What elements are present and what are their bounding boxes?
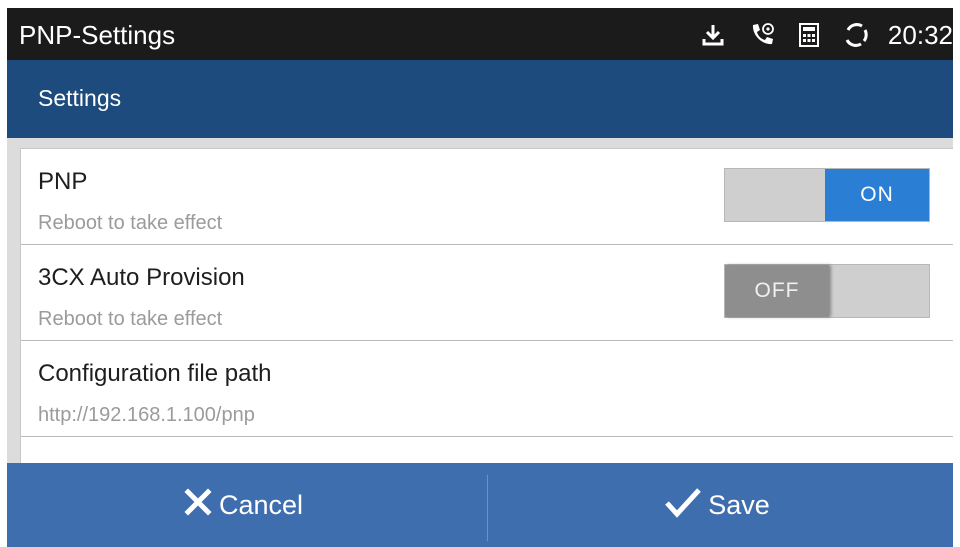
cancel-button[interactable]: Cancel bbox=[7, 463, 479, 547]
setting-row-pnp[interactable]: PNP Reboot to take effect ON bbox=[21, 149, 953, 245]
settings-list: PNP Reboot to take effect ON 3CX Auto Pr… bbox=[20, 148, 953, 464]
setting-subtitle: Reboot to take effect bbox=[38, 212, 223, 234]
close-icon bbox=[183, 487, 213, 524]
app-bar-title: Settings bbox=[38, 85, 122, 111]
3cx-auto-provision-toggle[interactable]: OFF bbox=[724, 264, 930, 318]
setting-title: PNP bbox=[38, 168, 88, 195]
status-icons: 20:32 bbox=[700, 18, 953, 52]
setting-subtitle: http://192.168.1.100/pnp bbox=[38, 404, 255, 426]
save-button-label: Save bbox=[708, 489, 770, 520]
cancel-button-label: Cancel bbox=[218, 489, 304, 520]
download-icon bbox=[700, 22, 726, 48]
checkmark-icon bbox=[664, 486, 702, 525]
setting-subtitle: Reboot to take effect bbox=[38, 308, 223, 330]
setting-row-3cx-auto-provision[interactable]: 3CX Auto Provision Reboot to take effect… bbox=[21, 245, 953, 341]
setting-title: Configuration file path bbox=[38, 360, 272, 387]
settings-content: PNP Reboot to take effect ON 3CX Auto Pr… bbox=[7, 138, 953, 464]
status-time: 20:32 bbox=[887, 20, 953, 50]
save-button[interactable]: Save bbox=[481, 463, 953, 547]
setting-title: 3CX Auto Provision bbox=[38, 264, 245, 291]
pnp-toggle[interactable]: ON bbox=[724, 168, 930, 222]
status-bar: PNP-Settings 20:32 bbox=[7, 8, 953, 60]
calculator-icon bbox=[798, 22, 820, 48]
phone-call-icon bbox=[748, 21, 776, 49]
status-bar-title: PNP-Settings bbox=[19, 20, 176, 50]
setting-row-configuration-file-path[interactable]: Configuration file path http://192.168.1… bbox=[21, 341, 953, 437]
bottom-action-bar: Cancel Save bbox=[7, 463, 953, 547]
sync-icon bbox=[842, 21, 870, 49]
app-bar: Settings bbox=[7, 60, 953, 138]
toggle-state-label: ON bbox=[825, 169, 929, 221]
toggle-state-label: OFF bbox=[725, 265, 829, 317]
